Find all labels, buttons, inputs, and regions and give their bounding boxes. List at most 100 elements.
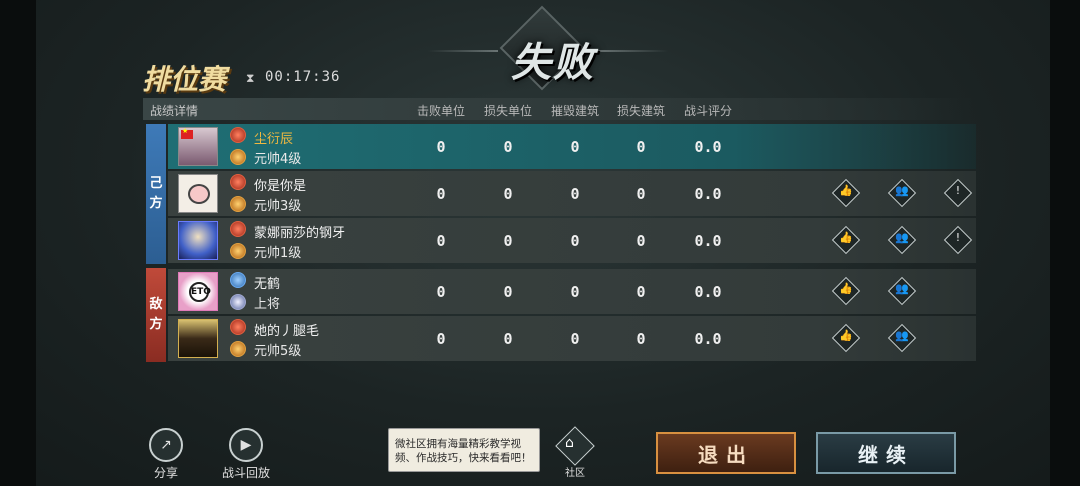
thumbs-up-icon: 👍 <box>839 329 853 342</box>
add-friend-icon: 👥 <box>895 184 909 197</box>
rank-emblem-icon <box>230 272 246 288</box>
stat-losses: 0 <box>503 330 513 348</box>
player-row: 你是你是 元帅3级 0 0 0 0 0.0 👍 👥 ! <box>168 171 976 216</box>
ally-side-char: 己 <box>149 176 163 191</box>
col-header-losses: 损失单位 <box>483 104 532 118</box>
stat-kills: 0 <box>436 138 446 156</box>
avatar[interactable] <box>178 319 218 358</box>
report-button[interactable]: ! <box>943 225 973 255</box>
warning-icon: ! <box>955 184 961 197</box>
table-header: 战绩详情 击败单位 损失单位 摧毁建筑 损失建筑 战斗评分 <box>143 98 973 120</box>
player-rank: 上将 <box>254 297 281 312</box>
stat-score: 0.0 <box>694 138 722 156</box>
stat-losses: 0 <box>503 283 513 301</box>
medal-icon <box>230 294 246 310</box>
add-friend-icon: 👥 <box>895 231 909 244</box>
medal-icon <box>230 149 246 165</box>
medal-icon <box>230 243 246 259</box>
match-timer: 00:17:36 <box>265 69 341 85</box>
stat-buildings-destroyed: 0 <box>570 283 580 301</box>
community-button[interactable]: ⌂ 社区 <box>554 426 596 479</box>
player-rank: 元帅3级 <box>254 199 302 214</box>
pig-face-icon <box>188 184 210 204</box>
stat-buildings-destroyed: 0 <box>570 185 580 203</box>
col-header-buildings-lost: 损失建筑 <box>616 104 665 118</box>
rank-emblem-icon <box>230 221 246 237</box>
stat-buildings-destroyed: 0 <box>570 232 580 250</box>
thumbs-up-icon: 👍 <box>839 184 853 197</box>
enemy-side-char: 方 <box>149 317 163 332</box>
stat-buildings-lost: 0 <box>636 283 646 301</box>
stat-losses: 0 <box>503 138 513 156</box>
add-friend-button[interactable]: 👥 <box>887 276 917 306</box>
ally-side-char: 方 <box>149 196 163 211</box>
result-banner: 失败 <box>428 5 668 94</box>
rank-emblem-icon <box>230 319 246 335</box>
like-button[interactable]: 👍 <box>831 276 861 306</box>
player-row: 她的丿腿毛 元帅5级 0 0 0 0 0.0 👍 👥 <box>168 316 976 361</box>
player-rank: 元帅1级 <box>254 246 302 261</box>
stat-buildings-lost: 0 <box>636 232 646 250</box>
stat-losses: 0 <box>503 185 513 203</box>
stat-kills: 0 <box>436 283 446 301</box>
share-icon: ↗ <box>149 428 183 462</box>
community-notice[interactable]: 微社区拥有海量精彩教学视频、作战技巧，快来看看吧！ <box>388 428 540 472</box>
exit-button[interactable]: 退出 <box>656 432 796 474</box>
stat-kills: 0 <box>436 330 446 348</box>
enemy-side-label: 敌 方 <box>146 268 166 362</box>
stat-kills: 0 <box>436 185 446 203</box>
add-friend-button[interactable]: 👥 <box>887 225 917 255</box>
player-row: ETO 无鹤 上将 0 0 0 0 0.0 👍 👥 <box>168 269 976 314</box>
community-label: 社区 <box>565 468 585 479</box>
stat-buildings-lost: 0 <box>636 185 646 203</box>
medal-icon <box>230 341 246 357</box>
player-name: 无鹤 <box>254 277 281 292</box>
share-label: 分享 <box>153 466 178 480</box>
player-name: 你是你是 <box>254 179 307 194</box>
add-friend-icon: 👥 <box>895 329 909 342</box>
continue-button[interactable]: 继续 <box>816 432 956 474</box>
share-button[interactable]: ↗ 分享 <box>146 428 186 481</box>
col-header-score: 战斗评分 <box>683 104 732 118</box>
thumbs-up-icon: 👍 <box>839 231 853 244</box>
video-camera-icon: ▶ <box>229 428 263 462</box>
player-rank: 元帅4级 <box>254 152 302 167</box>
like-button[interactable]: 👍 <box>831 323 861 353</box>
avatar[interactable] <box>178 221 218 260</box>
col-header-kills: 击败单位 <box>416 104 465 118</box>
like-button[interactable]: 👍 <box>831 178 861 208</box>
player-row: 蒙娜丽莎的钢牙 元帅1级 0 0 0 0 0.0 👍 👥 ! <box>168 218 976 263</box>
stat-buildings-lost: 0 <box>636 138 646 156</box>
avatar[interactable] <box>178 127 218 166</box>
add-friend-icon: 👥 <box>895 282 909 295</box>
ally-side-label: 己 方 <box>146 124 166 264</box>
china-flag-icon <box>181 128 193 139</box>
mode-title: 排位赛 <box>142 63 227 96</box>
avatar[interactable] <box>178 174 218 213</box>
right-edge <box>1050 0 1080 486</box>
thumbs-up-icon: 👍 <box>839 282 853 295</box>
enemy-side-char: 敌 <box>149 297 163 312</box>
add-friend-button[interactable]: 👥 <box>887 323 917 353</box>
report-button[interactable]: ! <box>943 178 973 208</box>
rank-emblem-icon <box>230 174 246 190</box>
stat-score: 0.0 <box>694 232 722 250</box>
avatar[interactable]: ETO <box>178 272 218 311</box>
result-title: 失败 <box>511 39 595 86</box>
stat-score: 0.0 <box>694 330 722 348</box>
add-friend-button[interactable]: 👥 <box>887 178 917 208</box>
player-name: 蒙娜丽莎的钢牙 <box>254 226 346 241</box>
table-header-label: 战绩详情 <box>150 104 199 118</box>
stat-kills: 0 <box>436 232 446 250</box>
stat-score: 0.0 <box>694 185 722 203</box>
medal-icon <box>230 196 246 212</box>
replay-button[interactable]: ▶ 战斗回放 <box>214 428 278 481</box>
player-row: 尘衍辰 元帅4级 0 0 0 0 0.0 <box>168 124 976 169</box>
player-name: 她的丿腿毛 <box>254 324 320 339</box>
hourglass-icon: ⧗ <box>246 71 255 85</box>
team-logo: ETO <box>189 282 211 302</box>
col-header-buildings-destroyed: 摧毁建筑 <box>550 104 599 118</box>
like-button[interactable]: 👍 <box>831 225 861 255</box>
diamond-frame <box>555 426 595 466</box>
warning-icon: ! <box>955 231 961 244</box>
